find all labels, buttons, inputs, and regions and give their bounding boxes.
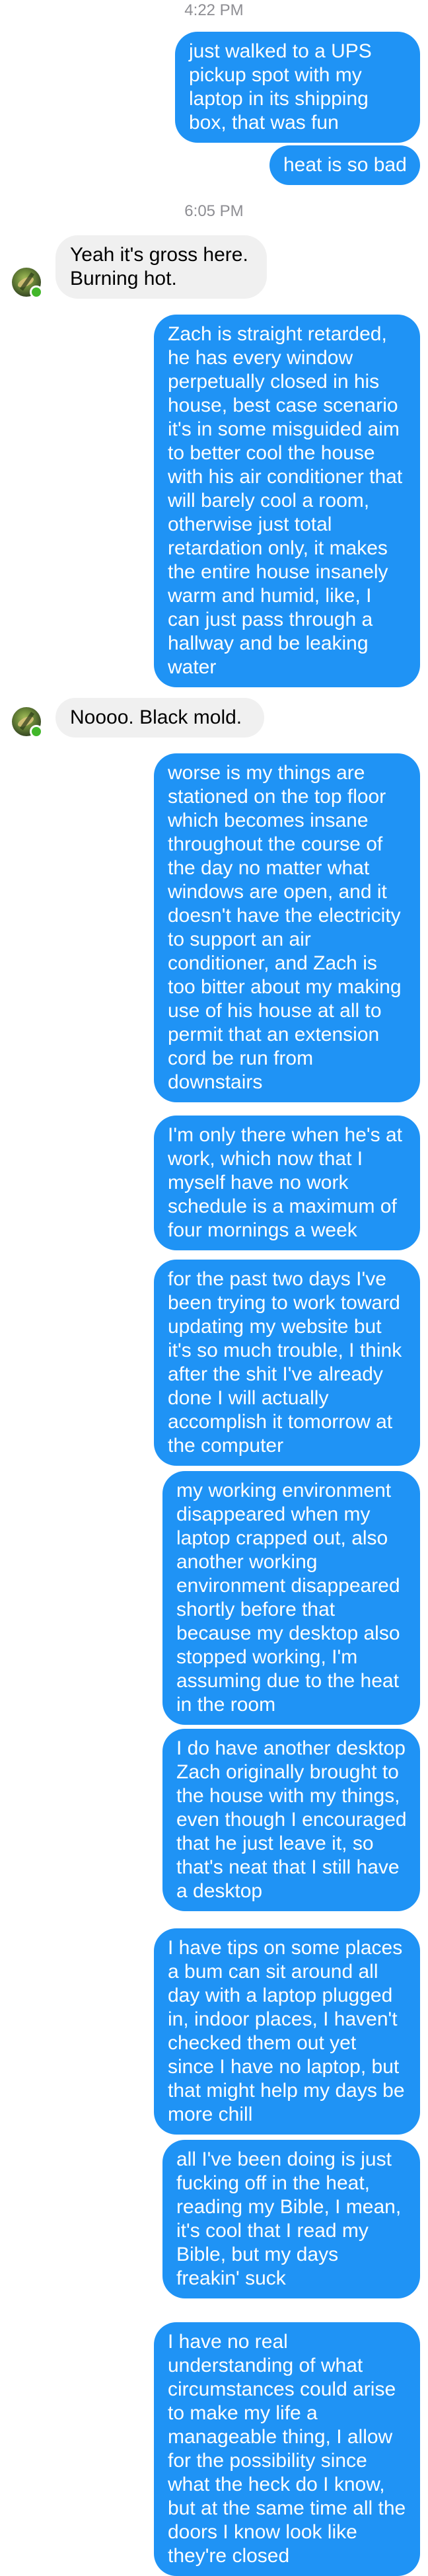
outgoing-message[interactable]: my working environment disappeared when … <box>162 1471 420 1725</box>
outgoing-message[interactable]: all I've been doing is just fucking off … <box>162 2140 420 2298</box>
outgoing-message[interactable]: I have no real understanding of what cir… <box>154 2322 420 2576</box>
timestamp: 6:05 PM <box>184 202 244 220</box>
online-status-dot <box>30 725 43 738</box>
contact-avatar[interactable] <box>12 268 43 299</box>
online-status-dot <box>30 285 43 299</box>
outgoing-message[interactable]: I have tips on some places a bum can sit… <box>154 1928 420 2135</box>
outgoing-message[interactable]: Zach is straight retarded, he has every … <box>154 315 420 687</box>
outgoing-message[interactable]: just walked to a UPS pickup spot with my… <box>175 32 420 143</box>
outgoing-message[interactable]: heat is so bad <box>269 145 420 185</box>
outgoing-message[interactable]: I'm only there when he's at work, which … <box>154 1116 420 1250</box>
incoming-message[interactable]: Noooo. Black mold. <box>55 698 264 738</box>
timestamp: 4:22 PM <box>184 1 244 19</box>
outgoing-message[interactable]: for the past two days I've been trying t… <box>154 1260 420 1466</box>
contact-avatar[interactable] <box>12 707 43 738</box>
message-thread: 4:22 PM just walked to a UPS pickup spot… <box>0 0 428 2576</box>
outgoing-message[interactable]: I do have another desktop Zach originall… <box>162 1729 420 1911</box>
incoming-message[interactable]: Yeah it's gross here. Burning hot. <box>55 235 267 299</box>
outgoing-message[interactable]: worse is my things are stationed on the … <box>154 753 420 1102</box>
